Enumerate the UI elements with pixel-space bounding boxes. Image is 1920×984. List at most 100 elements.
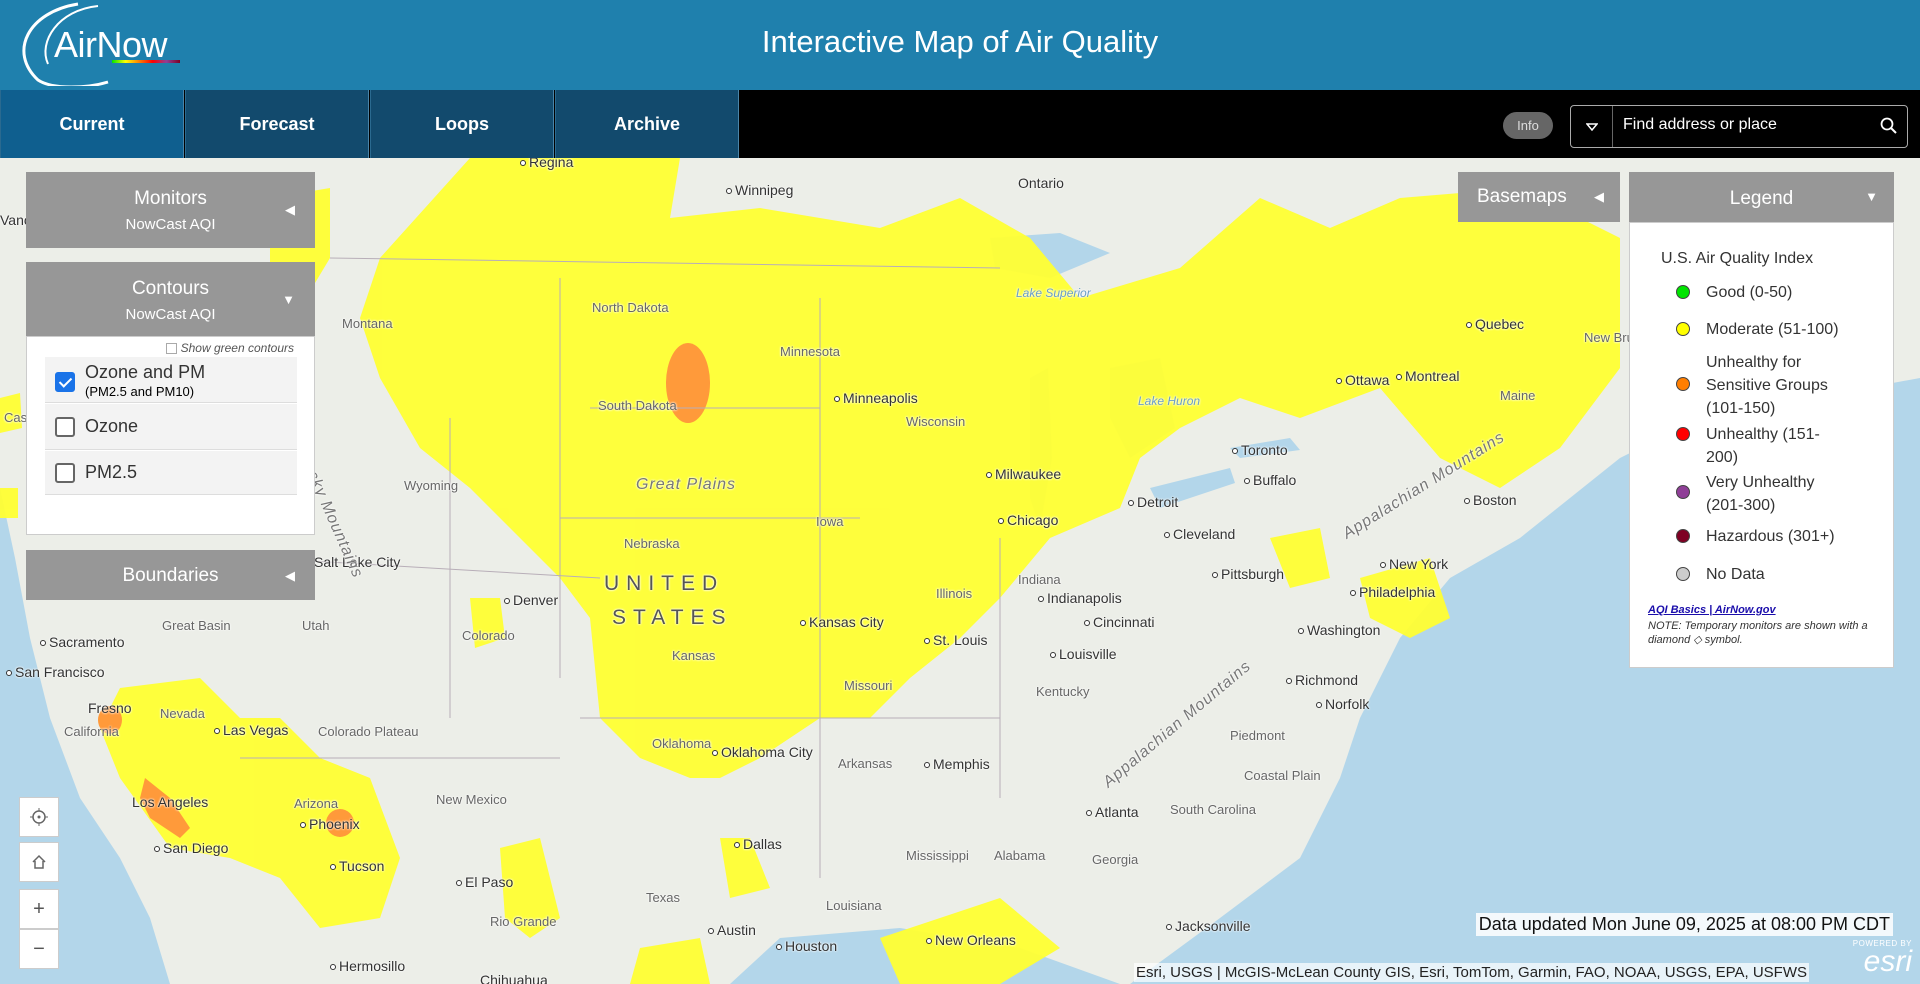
zoom-out-button[interactable]: −	[19, 929, 59, 969]
state-label: Georgia	[1092, 852, 1139, 867]
option-ozone-and-pm[interactable]: Ozone and PM (PM2.5 and PM10)	[45, 357, 297, 403]
hazardous-swatch	[1676, 529, 1690, 543]
monitors-subtitle: NowCast AQI	[125, 216, 216, 233]
option-pm25[interactable]: PM2.5	[45, 451, 297, 495]
info-button[interactable]: Info	[1503, 112, 1553, 139]
city-label: Oklahoma City	[712, 744, 813, 760]
city-label: Dallas	[734, 836, 782, 852]
city-dot	[520, 160, 526, 167]
city-dot	[214, 728, 220, 735]
city-name: Pittsburgh	[1221, 566, 1285, 582]
city-name: Chihuahua	[480, 972, 548, 984]
city-name: Ottawa	[1345, 372, 1390, 388]
city-name: Boston	[1473, 492, 1517, 508]
city-name: Louisville	[1059, 646, 1117, 662]
zoom-out-icon: −	[33, 937, 45, 960]
city-label: Washington	[1298, 622, 1380, 638]
search-box	[1570, 105, 1908, 148]
search-icon[interactable]	[1879, 116, 1899, 136]
city-name: Atlanta	[1095, 804, 1139, 820]
show-green-contours-toggle[interactable]: Show green contours	[165, 341, 294, 355]
state-label: Minnesota	[780, 344, 840, 359]
city-dot	[154, 846, 160, 853]
state-label: Arkansas	[838, 756, 893, 771]
city-name: Winnipeg	[735, 182, 794, 198]
collapse-left-icon: ◀	[285, 202, 295, 217]
city-label: Cincinnati	[1084, 614, 1154, 630]
home-button[interactable]	[19, 842, 59, 882]
search-input[interactable]	[1623, 116, 1863, 134]
option-ozone[interactable]: Ozone	[45, 404, 297, 450]
esri-wordmark: esri	[1863, 945, 1912, 978]
legend-item-label: Moderate (51-100)	[1706, 321, 1839, 338]
city-label: Regina	[520, 158, 573, 170]
city-dot	[1350, 590, 1356, 597]
pm25-checkbox[interactable]	[55, 463, 75, 483]
state-label: Oklahoma	[652, 736, 712, 751]
city-name: St. Louis	[933, 632, 988, 648]
state-label: California	[64, 724, 119, 739]
city-label: Philadelphia	[1350, 584, 1435, 600]
contours-panel-header[interactable]: Contours NowCast AQI ▼	[26, 262, 315, 336]
monitors-panel-header[interactable]: Monitors NowCast AQI ◀	[26, 172, 315, 248]
green-contours-checkbox[interactable]	[165, 343, 177, 355]
tab-archive[interactable]: Archive	[555, 90, 739, 158]
country-label: STATES	[612, 606, 733, 629]
aqi-basics-link[interactable]: AQI Basics | AirNow.gov	[1648, 604, 1776, 616]
city-name: Quebec	[1475, 316, 1525, 332]
city-dot	[1244, 478, 1250, 485]
city-dot	[726, 188, 732, 195]
ozone-and-pm-checkbox[interactable]	[55, 372, 75, 392]
city-label: Quebec	[1466, 316, 1524, 332]
city-dot	[330, 864, 336, 871]
tab-forecast[interactable]: Forecast	[185, 90, 369, 158]
state-label: Missouri	[844, 678, 893, 693]
esri-logo[interactable]: POWERED BY esri	[1853, 939, 1912, 978]
city-name: Dallas	[743, 836, 782, 852]
ozone-checkbox[interactable]	[55, 417, 75, 437]
basemaps-panel-header[interactable]: Basemaps ◀	[1458, 172, 1620, 222]
city-dot	[456, 880, 462, 887]
city-name: Kansas City	[809, 614, 884, 630]
boundaries-panel-header[interactable]: Boundaries ◀	[26, 550, 315, 600]
state-label: Piedmont	[1230, 728, 1285, 743]
state-label: Texas	[646, 890, 680, 905]
state-label: Nebraska	[624, 536, 680, 551]
tab-loops[interactable]: Loops	[370, 90, 554, 158]
tab-current[interactable]: Current	[0, 90, 184, 158]
search-source-dropdown[interactable]	[1571, 106, 1613, 147]
no-data-swatch	[1676, 567, 1690, 581]
city-dot	[1084, 620, 1090, 627]
good-swatch	[1676, 285, 1690, 299]
city-name: Minneapolis	[843, 390, 918, 406]
city-dot	[1396, 374, 1402, 381]
city-label: Kansas City	[800, 614, 884, 630]
city-dot	[1086, 810, 1092, 817]
legend-item-label: Unhealthy for Sensitive Groups (101-150)	[1706, 354, 1828, 417]
state-label: Wisconsin	[906, 414, 966, 429]
city-label: Boston	[1464, 492, 1517, 508]
city-label: Ottawa	[1336, 372, 1389, 388]
zoom-in-button[interactable]: +	[19, 889, 59, 929]
legend-panel-header[interactable]: Legend ▼	[1629, 172, 1894, 222]
city-label: San Francisco	[6, 664, 104, 680]
city-name: New Orleans	[935, 932, 1016, 948]
header: AirNow Interactive Map of Air Quality	[0, 0, 1920, 90]
city-label: Fresno	[88, 700, 132, 716]
city-label: Atlanta	[1086, 804, 1139, 820]
contours-panel-body: Show green contours Ozone and PM (PM2.5 …	[26, 336, 315, 535]
city-label: Pittsburgh	[1212, 566, 1284, 582]
city-label: Jacksonville	[1166, 918, 1250, 934]
city-label: Louisville	[1050, 646, 1117, 662]
locate-icon	[30, 808, 48, 826]
city-name: Regina	[529, 158, 574, 170]
city-dot	[1286, 678, 1292, 685]
city-name: Sacramento	[49, 634, 125, 650]
state-label: Utah	[302, 618, 330, 633]
legend-item-label: Very Unhealthy (201-300)	[1706, 474, 1815, 514]
city-dot	[1050, 652, 1056, 659]
city-name: Houston	[785, 938, 838, 954]
collapse-left-icon: ◀	[1594, 189, 1604, 204]
city-name: Milwaukee	[995, 466, 1062, 482]
locate-button[interactable]	[19, 797, 59, 837]
